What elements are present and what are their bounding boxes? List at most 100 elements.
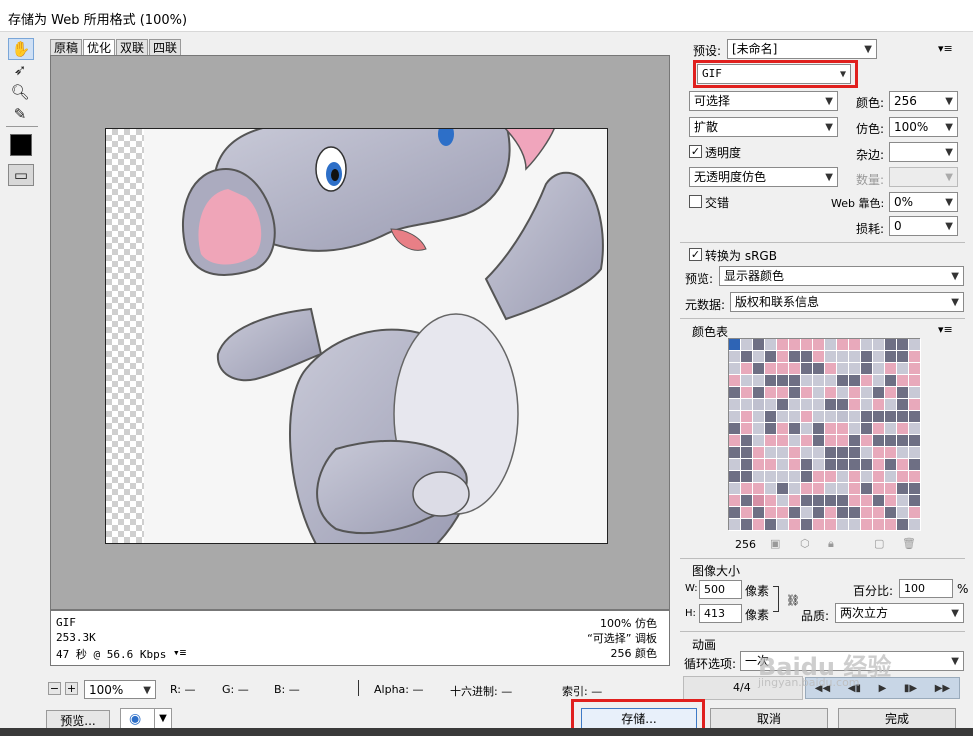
color-swatch[interactable]: [789, 399, 801, 411]
color-swatch[interactable]: [897, 459, 909, 471]
color-swatch[interactable]: [765, 447, 777, 459]
color-swatch[interactable]: [885, 339, 897, 351]
color-swatch[interactable]: [741, 411, 753, 423]
color-swatch[interactable]: [825, 375, 837, 387]
color-swatch[interactable]: [909, 387, 921, 399]
color-swatch[interactable]: [897, 351, 909, 363]
speed-menu-icon[interactable]: ▾≡: [173, 646, 186, 659]
color-swatch[interactable]: [849, 411, 861, 423]
color-swatch[interactable]: [861, 507, 873, 519]
color-swatch[interactable]: [753, 351, 765, 363]
color-swatch[interactable]: [849, 387, 861, 399]
color-swatch[interactable]: [789, 363, 801, 375]
color-swatch[interactable]: [813, 495, 825, 507]
color-swatch[interactable]: [861, 375, 873, 387]
color-swatch[interactable]: [897, 399, 909, 411]
color-swatch[interactable]: [909, 507, 921, 519]
color-swatch[interactable]: [729, 483, 741, 495]
toggle-slices-icon[interactable]: ▭: [8, 164, 34, 186]
color-swatch[interactable]: [837, 507, 849, 519]
color-swatch[interactable]: [753, 435, 765, 447]
color-swatch[interactable]: [849, 351, 861, 363]
color-swatch[interactable]: [885, 507, 897, 519]
color-swatch[interactable]: [741, 363, 753, 375]
color-swatch[interactable]: [765, 375, 777, 387]
dither-algorithm-select[interactable]: 扩散 ▼: [689, 117, 838, 137]
color-swatch[interactable]: [885, 363, 897, 375]
color-swatch[interactable]: [873, 399, 885, 411]
color-swatch[interactable]: [909, 399, 921, 411]
color-swatch[interactable]: [801, 339, 813, 351]
color-swatch[interactable]: [729, 507, 741, 519]
colors-select[interactable]: 256 ▼: [889, 91, 958, 111]
color-swatch[interactable]: [873, 471, 885, 483]
color-swatch[interactable]: [729, 519, 741, 531]
color-swatch[interactable]: [873, 447, 885, 459]
new-color-icon[interactable]: ▢: [874, 537, 884, 550]
color-swatch[interactable]: [741, 507, 753, 519]
color-swatch[interactable]: [801, 519, 813, 531]
color-swatch[interactable]: [729, 459, 741, 471]
done-button[interactable]: 完成: [838, 708, 956, 730]
slice-select-tool-icon[interactable]: ➶: [8, 60, 32, 80]
color-swatch[interactable]: [885, 399, 897, 411]
color-swatch[interactable]: [861, 339, 873, 351]
color-swatch[interactable]: [885, 435, 897, 447]
color-swatch[interactable]: [789, 435, 801, 447]
color-swatch[interactable]: [897, 375, 909, 387]
color-swatch[interactable]: [909, 339, 921, 351]
color-swatch[interactable]: [729, 435, 741, 447]
color-swatch[interactable]: [801, 423, 813, 435]
color-swatch[interactable]: [837, 471, 849, 483]
color-swatch[interactable]: [873, 483, 885, 495]
eyedropper-color-swatch[interactable]: [10, 134, 32, 156]
color-swatch[interactable]: [861, 351, 873, 363]
color-swatch[interactable]: [777, 375, 789, 387]
color-swatch[interactable]: [777, 483, 789, 495]
color-swatch[interactable]: [753, 483, 765, 495]
color-swatch[interactable]: [849, 423, 861, 435]
color-swatch[interactable]: [753, 459, 765, 471]
color-swatch[interactable]: [789, 387, 801, 399]
matte-select[interactable]: ▼: [889, 142, 958, 162]
color-swatch[interactable]: [789, 375, 801, 387]
color-swatch[interactable]: [837, 399, 849, 411]
color-swatch[interactable]: [909, 375, 921, 387]
color-table-menu-icon[interactable]: ▾≡: [938, 323, 953, 336]
color-reduction-select[interactable]: 可选择 ▼: [689, 91, 838, 111]
color-swatch[interactable]: [753, 423, 765, 435]
color-swatch[interactable]: [777, 459, 789, 471]
color-swatch[interactable]: [825, 339, 837, 351]
hand-tool-icon[interactable]: ✋: [8, 38, 34, 60]
color-swatch[interactable]: [909, 495, 921, 507]
color-swatch[interactable]: [813, 483, 825, 495]
color-swatch[interactable]: [813, 411, 825, 423]
color-swatch[interactable]: [789, 483, 801, 495]
color-swatch[interactable]: [729, 351, 741, 363]
color-swatch[interactable]: [729, 387, 741, 399]
color-swatch[interactable]: [741, 459, 753, 471]
color-swatch[interactable]: [897, 411, 909, 423]
color-swatch[interactable]: [885, 423, 897, 435]
color-swatch[interactable]: [777, 447, 789, 459]
color-swatch[interactable]: [801, 495, 813, 507]
color-swatch[interactable]: [873, 351, 885, 363]
color-swatch[interactable]: [885, 471, 897, 483]
color-swatch[interactable]: [897, 447, 909, 459]
color-swatch[interactable]: [897, 435, 909, 447]
color-swatch[interactable]: [837, 375, 849, 387]
color-swatch[interactable]: [837, 519, 849, 531]
color-swatch[interactable]: [897, 519, 909, 531]
color-swatch[interactable]: [825, 387, 837, 399]
color-swatch[interactable]: [897, 387, 909, 399]
color-swatch[interactable]: [885, 495, 897, 507]
color-swatch[interactable]: [849, 519, 861, 531]
color-swatch[interactable]: [777, 339, 789, 351]
color-swatch[interactable]: [729, 423, 741, 435]
color-swatch[interactable]: [777, 423, 789, 435]
color-swatch[interactable]: [861, 363, 873, 375]
color-swatch[interactable]: [741, 519, 753, 531]
color-swatch[interactable]: [753, 387, 765, 399]
color-swatch[interactable]: [837, 459, 849, 471]
color-swatch[interactable]: [777, 435, 789, 447]
